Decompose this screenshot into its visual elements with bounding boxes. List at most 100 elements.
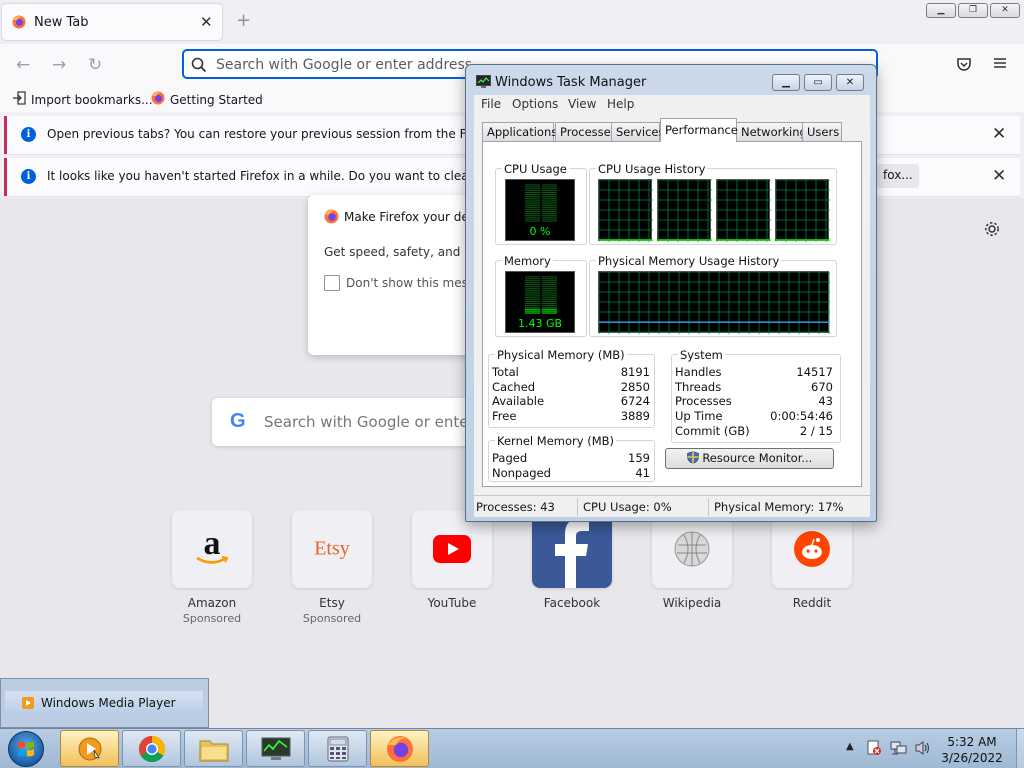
media-player-icon xyxy=(22,697,34,712)
search-icon xyxy=(191,57,207,73)
show-desktop-button[interactable] xyxy=(1016,729,1024,768)
tab-services[interactable]: Services xyxy=(611,122,665,141)
back-arrow-icon[interactable]: ← xyxy=(16,55,30,75)
volume-icon[interactable] xyxy=(914,740,932,759)
dont-show-checkbox[interactable] xyxy=(324,275,340,291)
top-site-youtube[interactable]: YouTube xyxy=(412,510,492,610)
menu-options[interactable]: Options xyxy=(512,97,558,111)
taskbar-task-manager[interactable] xyxy=(246,730,305,767)
tab-performance[interactable]: Performance xyxy=(660,118,738,142)
meter-segment xyxy=(542,293,557,295)
meter-segment xyxy=(542,207,557,209)
meter-segment xyxy=(542,197,557,199)
stat-value: 159 xyxy=(628,451,650,465)
meter-segment xyxy=(525,205,540,207)
clock[interactable]: 5:32 AM 3/26/2022 xyxy=(932,734,1012,766)
resource-monitor-button[interactable]: Resource Monitor... xyxy=(665,448,834,469)
tab-users[interactable]: Users xyxy=(802,122,842,141)
taskbar-chrome[interactable] xyxy=(122,730,181,767)
cpu-history-grid xyxy=(599,180,653,242)
meter-segment xyxy=(542,284,557,285)
info-icon: i xyxy=(21,169,36,184)
meter-segment xyxy=(542,214,557,216)
meter-segment xyxy=(542,201,557,203)
top-site-facebook[interactable]: Facebook xyxy=(532,510,612,610)
meter-segment xyxy=(525,285,540,287)
meter-segment xyxy=(542,211,557,212)
meter-segment xyxy=(542,184,557,186)
task-manager-titlebar[interactable]: Windows Task Manager ▁ ▭ ✕ xyxy=(466,65,876,93)
url-bar-placeholder: Search with Google or enter address xyxy=(216,57,473,73)
close-window-button[interactable]: ✕ xyxy=(990,3,1020,18)
meter-segment xyxy=(525,306,540,308)
network-icon[interactable] xyxy=(890,740,908,759)
wikipedia-globe-icon xyxy=(674,531,710,567)
hamburger-menu-icon[interactable] xyxy=(993,56,1007,73)
group-label: CPU Usage xyxy=(502,162,569,176)
performance-panel: CPU Usage 0 % CPU Usage History Memory 1… xyxy=(482,141,862,487)
meter-segment xyxy=(542,304,557,306)
cpu-history-group: CPU Usage History xyxy=(589,162,837,245)
minimize-button[interactable]: ▁ xyxy=(926,3,956,18)
tab-new-tab[interactable]: New Tab ✕ xyxy=(2,4,222,40)
kernel-memory-stats: Paged 159 Nonpaged 41 xyxy=(492,451,650,480)
menu-help[interactable]: Help xyxy=(607,97,634,111)
task-manager-window[interactable]: Windows Task Manager ▁ ▭ ✕ File Options … xyxy=(465,64,877,522)
top-site-reddit[interactable]: Reddit xyxy=(772,510,852,610)
stat-key: Threads xyxy=(675,379,722,394)
memory-value: 1.43 GB xyxy=(517,317,563,330)
tab-processes[interactable]: Processes xyxy=(555,122,617,141)
meter-segment xyxy=(525,218,540,220)
top-site-wikipedia[interactable]: Wikipedia xyxy=(652,510,732,610)
refresh-firefox-button[interactable]: fox... xyxy=(877,164,919,188)
task-manager-icon xyxy=(261,737,290,760)
meter-segment xyxy=(542,297,557,299)
bookmark-getting-started[interactable]: Getting Started xyxy=(151,91,263,108)
google-icon: G xyxy=(230,410,246,432)
meter-segment xyxy=(525,295,540,297)
windows-media-player-item[interactable]: Windows Media Player xyxy=(5,691,203,715)
menu-file[interactable]: File xyxy=(481,97,501,111)
dialog-title: Make Firefox your defa xyxy=(344,210,481,224)
bookmark-import[interactable]: Import bookmarks... xyxy=(12,91,153,108)
maximize-button[interactable]: ▭ xyxy=(804,74,832,91)
meter-segment xyxy=(525,293,540,295)
taskbar-calculator[interactable] xyxy=(308,730,367,767)
start-button[interactable] xyxy=(8,731,44,767)
firefox-logo-icon xyxy=(386,735,413,762)
restore-button[interactable]: ❐ xyxy=(958,3,988,18)
meter-segment xyxy=(525,192,540,193)
close-button[interactable]: ✕ xyxy=(836,74,864,91)
cpu-history-grid xyxy=(658,180,712,242)
top-site-amazon[interactable]: a Amazon Sponsored xyxy=(172,510,252,625)
reload-icon[interactable]: ↻ xyxy=(88,55,102,75)
action-center-icon[interactable] xyxy=(866,740,882,759)
minimize-button[interactable]: ▁ xyxy=(772,74,800,91)
gear-icon[interactable] xyxy=(983,220,1001,241)
menu-view[interactable]: View xyxy=(568,97,596,111)
meter-segment xyxy=(542,291,557,293)
meter-segment xyxy=(525,186,540,188)
close-icon[interactable]: ✕ xyxy=(992,166,1006,186)
top-site-etsy[interactable]: Etsy Etsy Sponsored xyxy=(292,510,372,625)
taskbar-firefox[interactable] xyxy=(370,730,429,767)
clock-date: 3/26/2022 xyxy=(941,751,1003,765)
taskbar-file-explorer[interactable] xyxy=(184,730,243,767)
forward-arrow-icon[interactable]: → xyxy=(52,55,66,75)
taskbar-media-player[interactable] xyxy=(60,730,119,767)
tab-networking[interactable]: Networking xyxy=(736,122,807,141)
close-icon[interactable]: ✕ xyxy=(992,124,1006,144)
meter-segment xyxy=(542,220,557,222)
cpu-usage-group: CPU Usage 0 % xyxy=(495,162,587,245)
tab-applications[interactable]: Applications xyxy=(482,122,557,141)
new-tab-button[interactable]: + xyxy=(236,10,251,31)
tab-close-icon[interactable]: ✕ xyxy=(200,13,213,31)
stat-value: 8191 xyxy=(620,365,650,379)
stat-key: Commit (GB) xyxy=(675,423,750,438)
resource-monitor-label: Resource Monitor... xyxy=(702,451,813,465)
checkbox-label: Don't show this messa xyxy=(346,276,482,290)
show-hidden-icons-icon[interactable]: ▲ xyxy=(846,741,854,752)
meter-segment xyxy=(525,282,540,284)
pocket-icon[interactable] xyxy=(956,56,972,75)
stat-value: 14517 xyxy=(796,365,833,379)
